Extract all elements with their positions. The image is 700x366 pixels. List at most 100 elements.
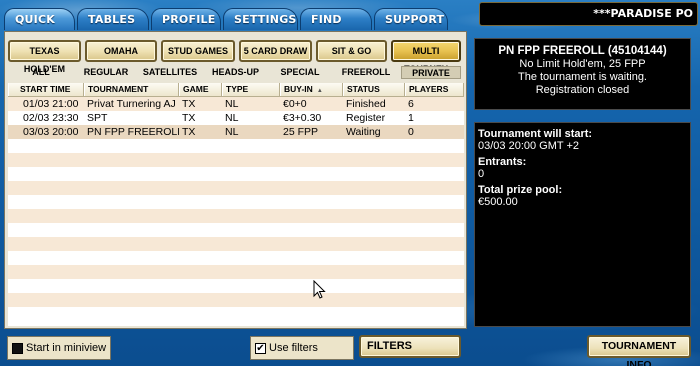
table-cell: TX <box>182 112 196 124</box>
table-cell: NL <box>225 98 239 110</box>
table-cell <box>405 237 464 251</box>
category-all[interactable]: ALL <box>8 66 74 79</box>
table-cell <box>280 139 343 153</box>
tab-support[interactable]: SUPPORT <box>374 8 448 30</box>
table-cell <box>280 153 343 167</box>
table-cell <box>8 251 84 265</box>
table-cell <box>222 181 280 195</box>
table-row[interactable]: 01/03 21:00 Privat Turnering AJ TX NL €0+0 Fi… <box>8 97 464 111</box>
table-cell <box>405 181 464 195</box>
use-filters-toggle[interactable]: ✔ Use filters <box>250 336 354 360</box>
col-start-time[interactable]: START TIME <box>8 83 84 96</box>
col-tournament[interactable]: TOURNAMENT <box>84 83 179 96</box>
table-cell: Privat Turnering AJ <box>87 98 176 110</box>
game-multi-tourney-button[interactable]: MULTI TOURNEY <box>391 40 461 74</box>
game-type-buttons: TEXAS HOLD'EM OMAHA STUD GAMES 5 CARD DR… <box>8 40 465 74</box>
empty-row <box>8 223 464 237</box>
table-cell <box>222 279 280 293</box>
prize-pool-value: €500.00 <box>478 196 518 208</box>
table-cell <box>84 139 179 153</box>
table-cell <box>179 265 222 279</box>
table-cell <box>179 195 222 209</box>
table-cell <box>84 237 179 251</box>
table-cell: €3+0.30 <box>283 112 322 124</box>
table-cell <box>280 237 343 251</box>
tab-settings[interactable]: SETTINGS <box>223 8 298 30</box>
table-row[interactable]: 02/03 23:30 SPT TX NL €3+0.30 Register 1 <box>8 111 464 125</box>
tab-quick-play[interactable]: QUICK PLAY <box>4 8 75 47</box>
table-cell <box>222 195 280 209</box>
table-cell <box>179 279 222 293</box>
table-cell <box>222 139 280 153</box>
tournament-title: PN FPP FREEROLL (45104144) <box>498 45 667 57</box>
table-cell <box>222 293 280 307</box>
empty-row <box>8 237 464 251</box>
table-cell <box>179 237 222 251</box>
table-cell <box>343 265 405 279</box>
tournament-info-button[interactable]: TOURNAMENT INFO <box>587 335 691 366</box>
table-cell <box>222 237 280 251</box>
start-value: 03/03 20:00 GMT +2 <box>478 140 580 152</box>
checkbox-icon[interactable] <box>12 342 23 354</box>
table-cell <box>343 195 405 209</box>
table-cell: NL <box>225 126 239 138</box>
table-cell <box>222 307 280 321</box>
table-cell <box>222 265 280 279</box>
miniview-toggle[interactable]: Start in miniview <box>7 336 111 360</box>
table-cell <box>280 181 343 195</box>
table-cell: 25 FPP <box>283 126 319 138</box>
table-cell <box>84 279 179 293</box>
game-omaha-button[interactable]: OMAHA <box>85 40 157 62</box>
table-cell <box>280 167 343 181</box>
table-cell: 02/03 23:30 <box>23 112 79 124</box>
table-cell <box>84 181 179 195</box>
table-cell <box>343 279 405 293</box>
checkbox-icon[interactable]: ✔ <box>255 342 266 354</box>
table-cell <box>280 223 343 237</box>
table-cell <box>405 293 464 307</box>
category-special[interactable]: SPECIAL <box>269 66 331 79</box>
table-cell <box>179 139 222 153</box>
col-buy-in-label: BUY-IN <box>284 84 313 94</box>
category-heads-up[interactable]: HEADS-UP <box>202 66 269 79</box>
table-cell <box>8 209 84 223</box>
table-cell: 0 <box>408 126 414 138</box>
table-cell <box>343 167 405 181</box>
table-cell <box>8 167 84 181</box>
category-satellites[interactable]: SATELLITES <box>138 66 202 79</box>
table-cell <box>343 237 405 251</box>
empty-row <box>8 265 464 279</box>
col-status[interactable]: STATUS <box>343 83 405 96</box>
sort-arrow-icon: ▲ <box>316 88 323 94</box>
col-buy-in[interactable]: BUY-IN ▲ <box>280 83 343 96</box>
table-cell <box>405 279 464 293</box>
col-players[interactable]: PLAYERS <box>405 83 464 96</box>
table-cell <box>405 167 464 181</box>
table-cell: TX <box>182 126 196 138</box>
table-row[interactable]: 03/03 20:00 PN FPP FREEROLL TX NL 25 FPP Wait… <box>8 125 464 139</box>
table-cell <box>280 293 343 307</box>
table-cell <box>343 209 405 223</box>
tournament-summary-panel: PN FPP FREEROLL (45104144) No Limit Hold… <box>474 38 691 110</box>
category-regular[interactable]: REGULAR <box>74 66 138 79</box>
table-cell <box>280 279 343 293</box>
filters-button[interactable]: FILTERS <box>359 335 461 358</box>
category-freeroll[interactable]: FREEROLL <box>331 66 401 79</box>
entrants-label: Entrants: <box>478 156 527 168</box>
table-cell <box>8 237 84 251</box>
game-stud-button[interactable]: STUD GAMES <box>161 40 235 62</box>
col-type[interactable]: TYPE <box>222 83 280 96</box>
tab-profile[interactable]: PROFILE <box>151 8 221 30</box>
tab-tables[interactable]: TABLES <box>77 8 149 30</box>
table-header: START TIME TOURNAMENT GAME TYPE BUY-IN ▲ … <box>8 83 464 97</box>
tab-find-player[interactable]: FIND PLAYER <box>300 8 372 47</box>
col-game[interactable]: GAME <box>179 83 222 96</box>
table-cell <box>179 181 222 195</box>
table-cell <box>8 181 84 195</box>
registration-status: Registration closed <box>535 84 630 96</box>
game-sit-and-go-button[interactable]: SIT & GO <box>316 40 387 62</box>
game-texas-holdem-button[interactable]: TEXAS HOLD'EM <box>8 40 81 74</box>
game-five-card-draw-button[interactable]: 5 CARD DRAW <box>239 40 312 62</box>
table-cell <box>343 223 405 237</box>
category-private[interactable]: PRIVATE <box>401 66 461 79</box>
